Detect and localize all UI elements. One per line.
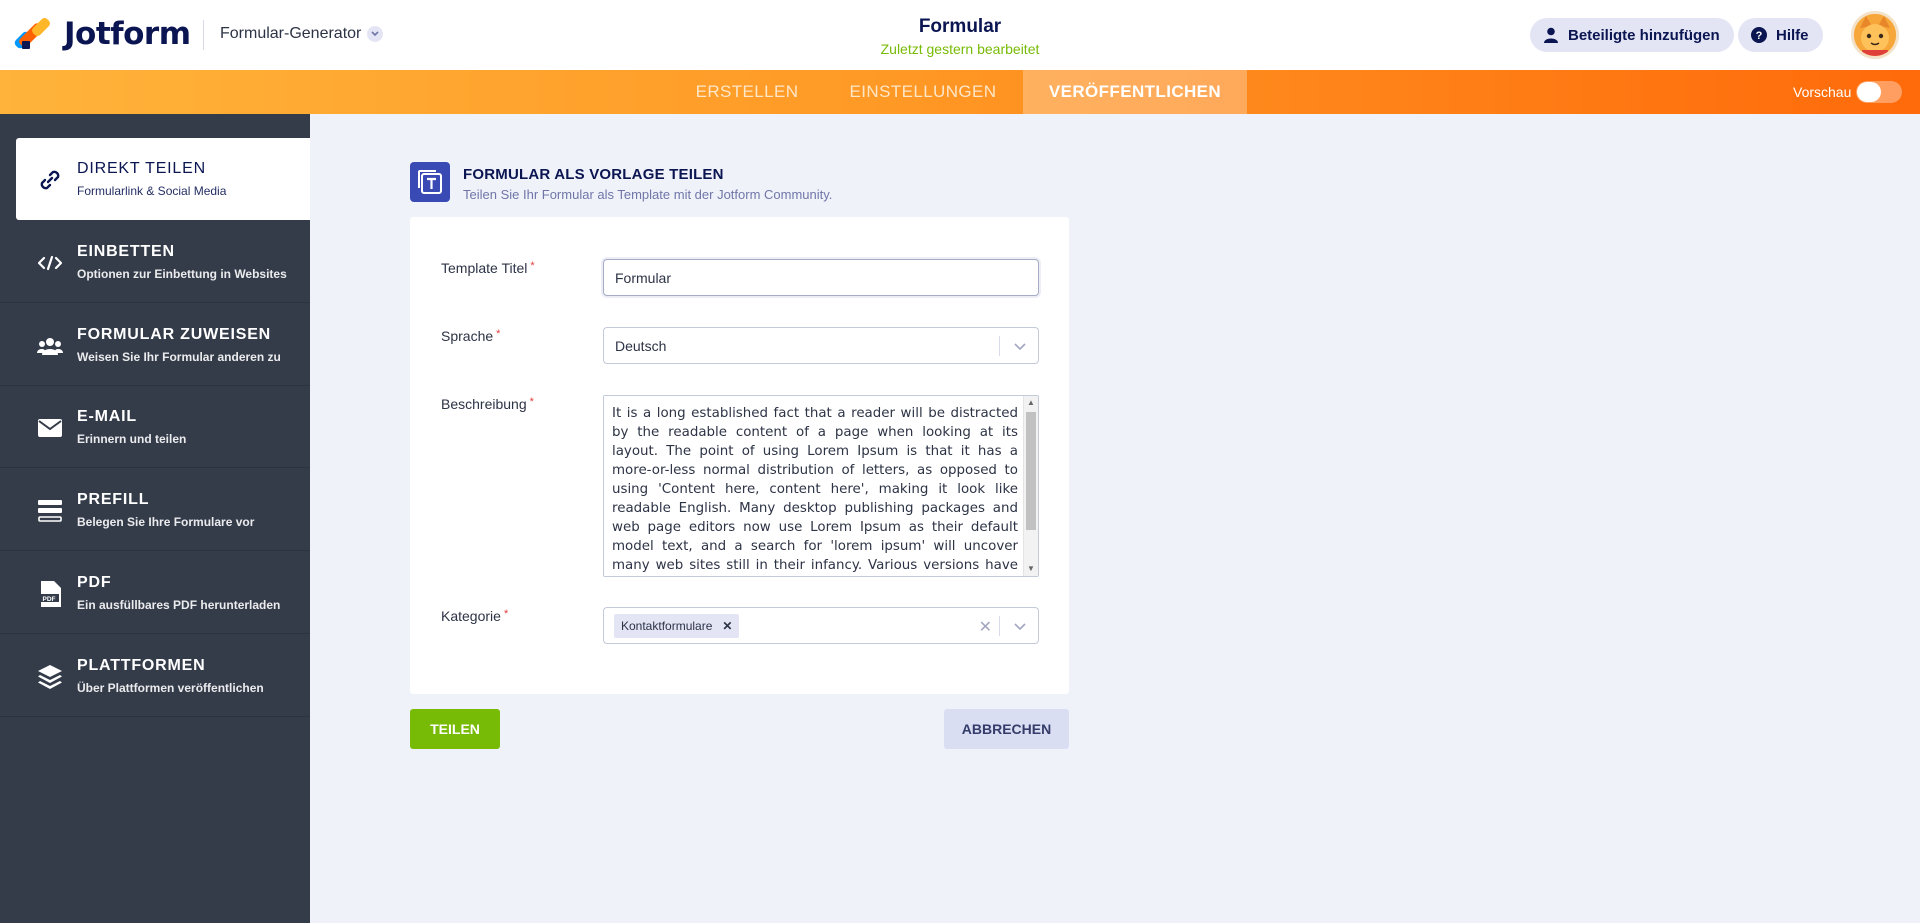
description-scrollbar[interactable]: ▲ ▼	[1023, 396, 1038, 576]
sidebar-item-title: DIREKT TEILEN	[77, 160, 206, 177]
svg-text:?: ?	[1756, 30, 1763, 42]
jotform-logo-icon	[13, 16, 52, 51]
template-title-label: Template Titel *	[441, 260, 535, 276]
sidebar-item-pdf[interactable]: PDF PDF Ein ausfüllbares PDF herunterlad…	[0, 552, 310, 634]
layers-icon	[36, 663, 64, 691]
language-value: Deutsch	[615, 337, 667, 354]
sidebar-item-plattformen[interactable]: PLATTFORMEN Über Plattformen veröffentli…	[0, 635, 310, 717]
form-generator-label: Formular-Generator	[220, 25, 362, 42]
category-tag: Kontaktformulare ✕	[614, 614, 740, 638]
template-title-value: Formular	[615, 269, 672, 286]
header-divider	[203, 20, 204, 50]
sidebar-item-subtitle: Ein ausfüllbares PDF herunterladen	[77, 598, 281, 612]
users-icon	[36, 332, 64, 360]
share-button[interactable]: TEILEN	[410, 709, 500, 749]
select-separator	[999, 336, 1000, 356]
tab-veroeffentlichen[interactable]: VERÖFFENTLICHEN	[1023, 70, 1247, 114]
required-marker: *	[496, 328, 501, 340]
sidebar-item-subtitle: Über Plattformen veröffentlichen	[77, 681, 264, 695]
template-icon	[410, 162, 450, 202]
required-marker: *	[529, 396, 534, 408]
chevron-down-icon[interactable]	[1012, 338, 1028, 354]
pdf-icon: PDF	[36, 580, 64, 608]
tab-einstellungen[interactable]: EINSTELLUNGEN	[834, 70, 1012, 114]
description-textarea[interactable]: It is a long established fact that a rea…	[603, 395, 1039, 577]
chevron-down-icon	[367, 26, 384, 42]
sidebar-item-title: PREFILL	[77, 491, 150, 508]
description-label: Beschreibung *	[441, 396, 534, 412]
sidebar-item-subtitle: Erinnern und teilen	[77, 432, 187, 446]
code-icon	[36, 249, 64, 277]
mail-icon	[36, 414, 64, 442]
scroll-up-arrow-icon[interactable]: ▲	[1024, 396, 1038, 410]
category-label-text: Kategorie	[441, 608, 501, 624]
tab-erstellen[interactable]: ERSTELLEN	[686, 70, 808, 114]
sidebar-item-title: PDF	[77, 574, 112, 591]
jotform-logo[interactable]: Jotform	[13, 16, 191, 52]
add-participants-label: Beteiligte hinzufügen	[1568, 26, 1720, 44]
scroll-down-arrow-icon[interactable]: ▼	[1024, 562, 1038, 576]
template-title-input[interactable]: Formular	[603, 259, 1039, 296]
builder-nav-bar: ERSTELLEN EINSTELLUNGEN VERÖFFENTLICHEN …	[0, 70, 1920, 114]
select-separator	[999, 616, 1000, 636]
sidebar-item-subtitle: Belegen Sie Ihre Formulare vor	[77, 515, 255, 529]
preview-toggle[interactable]	[1856, 81, 1902, 103]
sidebar-item-subtitle: Weisen Sie Ihr Formular anderen zu	[77, 350, 281, 364]
sidebar-item-prefill[interactable]: PREFILL Belegen Sie Ihre Formulare vor	[0, 469, 310, 551]
required-marker: *	[530, 260, 535, 272]
category-label: Kategorie *	[441, 608, 508, 624]
link-icon	[36, 166, 64, 194]
sidebar-item-formular-zuweisen[interactable]: FORMULAR ZUWEISEN Weisen Sie Ihr Formula…	[0, 304, 310, 386]
required-marker: *	[503, 608, 509, 620]
sidebar-item-title: E-MAIL	[77, 408, 137, 425]
sidebar-item-e-mail[interactable]: E-MAIL Erinnern und teilen	[0, 386, 310, 468]
sidebar-item-subtitle: Optionen zur Einbettung in Websites	[77, 267, 287, 281]
remove-tag-icon[interactable]: ✕	[722, 619, 732, 633]
sidebar-item-subtitle: Formularlink & Social Media	[77, 184, 227, 198]
help-icon: ?	[1750, 26, 1768, 44]
section-title: FORMULAR ALS VORLAGE TEILEN	[463, 166, 724, 183]
sidebar-item-title: PLATTFORMEN	[77, 657, 206, 674]
help-button[interactable]: ? Hilfe	[1738, 18, 1823, 52]
top-header: Jotform Formular-Generator Formular Zule…	[0, 0, 1920, 70]
language-label-text: Sprache	[441, 328, 494, 344]
form-title-block: Formular Zuletzt gestern bearbeitet	[760, 16, 1160, 57]
language-select[interactable]: Deutsch	[603, 327, 1039, 364]
scrollbar-thumb[interactable]	[1026, 412, 1036, 530]
category-tag-label: Kontaktformulare	[621, 619, 713, 633]
svg-text:PDF: PDF	[43, 596, 56, 603]
description-value: It is a long established fact that a rea…	[612, 406, 1018, 573]
preview-label: Vorschau	[1793, 84, 1852, 100]
publish-sidebar: DIREKT TEILEN Formularlink & Social Medi…	[0, 114, 310, 923]
clear-icon[interactable]: ✕	[979, 617, 992, 637]
language-label: Sprache *	[441, 328, 500, 344]
add-participants-button[interactable]: Beteiligte hinzufügen	[1530, 18, 1734, 52]
chevron-down-icon[interactable]	[1012, 618, 1028, 634]
form-title[interactable]: Formular	[760, 16, 1160, 38]
help-label: Hilfe	[1776, 26, 1809, 44]
cancel-button[interactable]: ABBRECHEN	[944, 709, 1069, 749]
sidebar-item-direkt-teilen[interactable]: DIREKT TEILEN Formularlink & Social Medi…	[16, 138, 310, 220]
sidebar-item-title: EINBETTEN	[77, 243, 175, 260]
description-label-text: Beschreibung	[441, 396, 527, 412]
user-icon	[1542, 26, 1560, 44]
logo-text: Jotform	[64, 16, 191, 52]
user-avatar[interactable]	[1851, 11, 1899, 59]
preview-toggle-knob	[1857, 82, 1881, 102]
template-title-label-text: Template Titel	[441, 260, 528, 276]
sidebar-item-einbetten[interactable]: EINBETTEN Optionen zur Einbettung in Web…	[0, 221, 310, 303]
prefill-icon	[36, 497, 64, 525]
category-multiselect[interactable]: Kontaktformulare ✕ ✕	[603, 607, 1039, 644]
sidebar-item-title: FORMULAR ZUWEISEN	[77, 326, 272, 343]
form-generator-dropdown[interactable]: Formular-Generator	[220, 25, 384, 43]
last-edited-status: Zuletzt gestern bearbeitet	[880, 41, 1040, 57]
section-subtitle: Teilen Sie Ihr Formular als Template mit…	[463, 187, 833, 202]
